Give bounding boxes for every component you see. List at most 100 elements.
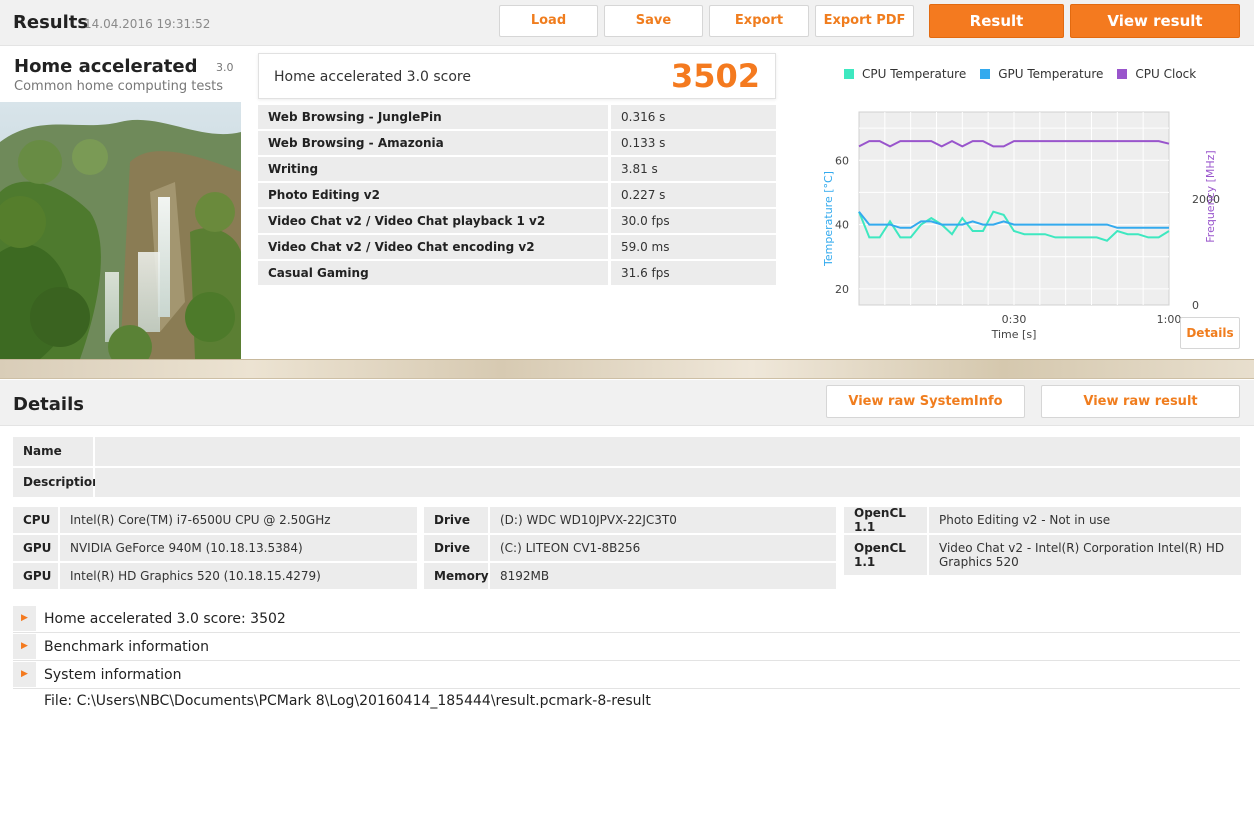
opencl-row: OpenCL 1.1 Photo Editing v2 - Not in use <box>844 506 1241 534</box>
decorative-divider <box>0 359 1254 379</box>
subscore-value: 31.6 fps <box>611 261 776 285</box>
y2-axis-label: Frequency [MHz] <box>1204 150 1217 242</box>
hardware-value: (C:) LITEON CV1-8B256 <box>490 535 836 561</box>
hardware-row: GPU NVIDIA GeForce 940M (10.18.13.5384) <box>13 535 417 561</box>
hardware-key: Drive <box>424 507 488 533</box>
benchmark-info-expander[interactable]: ▶ Benchmark information <box>13 634 1240 661</box>
legend-label: GPU Temperature <box>998 67 1104 81</box>
system-info-expander[interactable]: ▶ System information <box>13 662 1240 689</box>
details-title: Details <box>13 394 84 415</box>
chart-legend: CPU Temperature GPU Temperature CPU Clock <box>844 67 1210 81</box>
subscore-name: Casual Gaming <box>258 261 608 285</box>
opencl-row: OpenCL 1.1 Video Chat v2 - Intel(R) Corp… <box>844 535 1241 575</box>
overall-score-box: Home accelerated 3.0 score 3502 <box>258 53 776 99</box>
legend-swatch <box>1117 69 1128 79</box>
legend-swatch <box>980 69 991 79</box>
monitoring-chart-panel: CPU Temperature GPU Temperature CPU Clock … <box>794 47 1254 359</box>
subscore-value: 30.0 fps <box>611 209 776 233</box>
legend-item: CPU Clock <box>1117 67 1196 81</box>
y2-tick-label: 0 <box>1192 299 1199 312</box>
benchmark-subtitle: Common home computing tests <box>14 79 223 94</box>
subscore-name: Photo Editing v2 <box>258 183 608 207</box>
expand-arrow-icon: ▶ <box>13 606 36 631</box>
export-button[interactable]: Export <box>709 5 809 37</box>
opencl-table: OpenCL 1.1 Photo Editing v2 - Not in use… <box>844 506 1241 577</box>
subscore-row: Web Browsing - Amazonia 0.133 s <box>258 131 776 155</box>
expander-label: System information <box>44 667 182 683</box>
hardware-value: Intel(R) HD Graphics 520 (10.18.15.4279) <box>60 563 417 589</box>
expander-label: Benchmark information <box>44 639 209 655</box>
hardware-cpu-gpu-table: CPU Intel(R) Core(TM) i7-6500U CPU @ 2.5… <box>13 507 417 591</box>
name-value <box>95 437 1240 466</box>
legend-label: CPU Clock <box>1135 67 1197 81</box>
score-expander[interactable]: ▶ Home accelerated 3.0 score: 3502 <box>13 606 1240 633</box>
hardware-key: GPU <box>13 563 58 589</box>
y-axis-label: Temperature [°C] <box>822 171 835 267</box>
subscore-name: Web Browsing - Amazonia <box>258 131 608 155</box>
x-axis-label: Time [s] <box>991 328 1037 341</box>
hardware-row: Drive (C:) LITEON CV1-8B256 <box>424 535 836 561</box>
subscore-table: Web Browsing - JunglePin 0.316 s Web Bro… <box>258 105 776 287</box>
subscore-row: Photo Editing v2 0.227 s <box>258 183 776 207</box>
benchmark-panel: Home accelerated 3.0 Common home computi… <box>0 47 241 359</box>
hardware-value: NVIDIA GeForce 940M (10.18.13.5384) <box>60 535 417 561</box>
expand-arrow-icon: ▶ <box>13 662 36 687</box>
score-label: Home accelerated 3.0 score <box>274 69 471 85</box>
subscore-value: 0.227 s <box>611 183 776 207</box>
legend-label: CPU Temperature <box>862 67 967 81</box>
y-tick-label: 60 <box>835 154 849 167</box>
score-value: 3502 <box>670 57 760 95</box>
benchmark-waterfall-image <box>0 102 241 359</box>
hardware-row: CPU Intel(R) Core(TM) i7-6500U CPU @ 2.5… <box>13 507 417 533</box>
y-tick-label: 40 <box>835 219 849 232</box>
hardware-value: Intel(R) Core(TM) i7-6500U CPU @ 2.50GHz <box>60 507 417 533</box>
hardware-key: GPU <box>13 535 58 561</box>
expand-arrow-icon: ▶ <box>13 634 36 659</box>
subscore-row: Video Chat v2 / Video Chat playback 1 v2… <box>258 209 776 233</box>
save-button[interactable]: Save <box>604 5 703 37</box>
opencl-value: Photo Editing v2 - Not in use <box>929 507 1241 533</box>
x-tick-label: 1:00 <box>1157 313 1182 326</box>
subscore-value: 3.81 s <box>611 157 776 181</box>
benchmark-version: 3.0 <box>216 61 234 74</box>
view-result-online-button[interactable]: View result online❯ <box>1070 4 1240 62</box>
y-tick-label: 20 <box>835 283 849 296</box>
name-label: Name <box>13 437 93 466</box>
view-raw-result-button[interactable]: View raw result <box>1041 385 1240 418</box>
legend-item: CPU Temperature <box>844 67 966 81</box>
legend-swatch <box>844 69 854 79</box>
legend-item: GPU Temperature <box>980 67 1103 81</box>
details-header: Details View raw SystemInfo View raw res… <box>0 380 1254 426</box>
subscore-value: 0.316 s <box>611 105 776 129</box>
subscore-name: Video Chat v2 / Video Chat encoding v2 <box>258 235 608 259</box>
x-tick-label: 0:30 <box>1002 313 1027 326</box>
expander-label: Home accelerated 3.0 score: 3502 <box>44 611 286 627</box>
export-pdf-button[interactable]: Export PDF <box>815 5 914 37</box>
page-title: Results <box>13 12 89 33</box>
subscore-value: 0.133 s <box>611 131 776 155</box>
subscore-name: Web Browsing - JunglePin <box>258 105 608 129</box>
opencl-key: OpenCL 1.1 <box>844 535 927 575</box>
description-value <box>95 468 1240 497</box>
opencl-key: OpenCL 1.1 <box>844 506 927 534</box>
score-panel: Home accelerated 3.0 score 3502 Web Brow… <box>244 47 790 359</box>
subscore-row: Video Chat v2 / Video Chat encoding v2 5… <box>258 235 776 259</box>
result-details-button[interactable]: Result details❯ <box>929 4 1064 62</box>
name-row: Name <box>13 437 1240 466</box>
results-toolbar: Results 14.04.2016 19:31:52 Load Save Ex… <box>0 0 1254 62</box>
hardware-row: Drive (D:) WDC WD10JPVX-22JC3T0 <box>424 507 836 533</box>
subscore-row: Web Browsing - JunglePin 0.316 s <box>258 105 776 129</box>
hardware-key: Drive <box>424 535 488 561</box>
hardware-row: Memory 8192MB <box>424 563 836 589</box>
chart-details-button[interactable]: Details <box>1180 317 1240 349</box>
subscore-value: 59.0 ms <box>611 235 776 259</box>
view-raw-systeminfo-button[interactable]: View raw SystemInfo <box>826 385 1025 418</box>
subscore-name: Video Chat v2 / Video Chat playback 1 v2 <box>258 209 608 233</box>
hardware-storage-table: Drive (D:) WDC WD10JPVX-22JC3T0 Drive (C… <box>424 507 836 591</box>
load-button[interactable]: Load <box>499 5 598 37</box>
opencl-value: Video Chat v2 - Intel(R) Corporation Int… <box>929 535 1241 575</box>
result-file-path: File: C:\Users\NBC\Documents\PCMark 8\Lo… <box>44 693 651 709</box>
hardware-value: 8192MB <box>490 563 836 589</box>
hardware-value: (D:) WDC WD10JPVX-22JC3T0 <box>490 507 836 533</box>
hardware-row: GPU Intel(R) HD Graphics 520 (10.18.15.4… <box>13 563 417 589</box>
